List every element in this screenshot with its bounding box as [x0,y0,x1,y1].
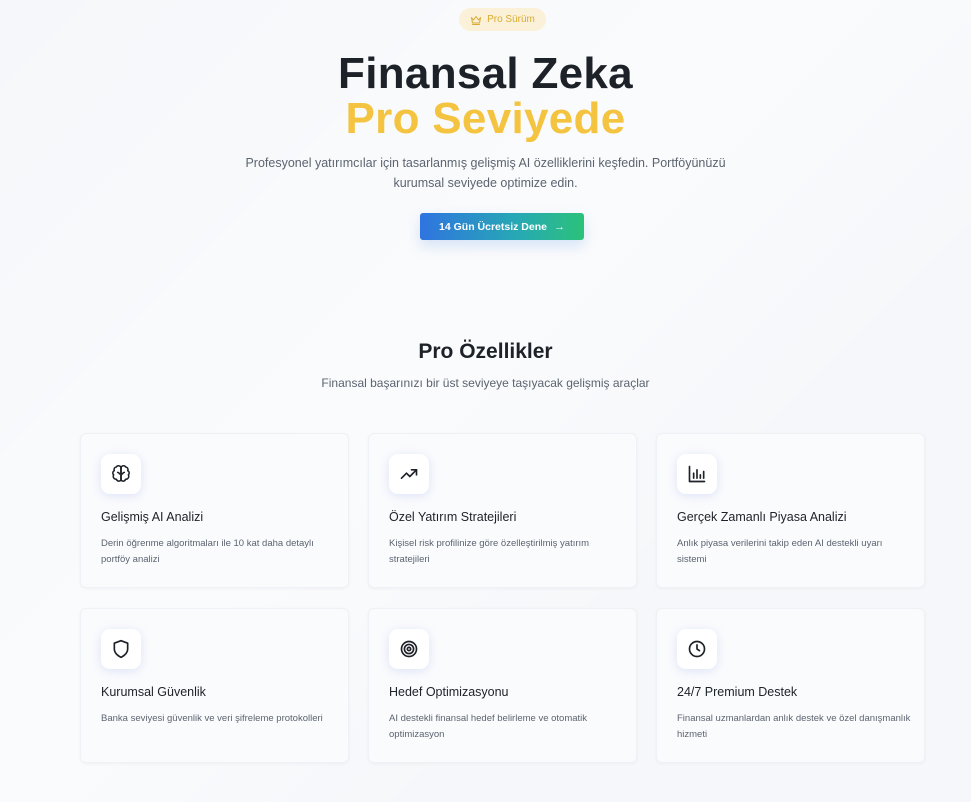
bar-chart-icon [688,465,706,483]
feature-title: Gelişmiş AI Analizi [101,510,204,524]
brain-icon [112,465,130,482]
shield-icon [113,639,129,659]
feature-title: 24/7 Premium Destek [677,685,798,699]
feature-description: Kişisel risk profilinize göre özelleştir… [389,538,590,565]
feature-title: Özel Yatırım Stratejileri [389,510,517,524]
feature-description: AI destekli finansal hedef belirleme ve … [389,713,588,740]
feature-description: Anlık piyasa verilerini takip eden AI de… [677,538,883,565]
feature-card-ai-analysis: Gelişmiş AI Analizi Derin öğrenme algori… [80,433,349,588]
feature-icon-box [389,454,429,494]
feature-description: Banka seviyesi güvenlik ve veri şifrelem… [101,713,323,724]
feature-description: Derin öğrenme algoritmaları ile 10 kat d… [101,538,314,565]
feature-icon-box [677,454,717,494]
feature-icon-box [101,629,141,669]
feature-card-security: Kurumsal Güvenlik Banka seviyesi güvenli… [80,608,349,763]
feature-card-market-analysis: Gerçek Zamanlı Piyasa Analizi Anlık piya… [656,433,925,588]
trending-up-icon [400,469,418,479]
feature-title: Kurumsal Güvenlik [101,685,206,699]
feature-icon-box [101,454,141,494]
hero-title-line2: Pro Seviyede [345,94,626,143]
arrow-right-icon: → [553,220,565,233]
features-title: Pro Özellikler [418,340,553,363]
feature-description: Finansal uzmanlardan anlık destek ve öze… [677,713,911,740]
target-icon [400,640,418,658]
feature-icon-box [677,629,717,669]
crown-icon [471,15,482,25]
features-subtitle: Finansal başarınızı bir üst seviyeye taş… [321,376,650,390]
hero-subtitle: Profesyonel yatırımcılar için tasarlanmı… [245,156,726,190]
feature-card-strategies: Özel Yatırım Stratejileri Kişisel risk p… [368,433,637,588]
feature-title: Hedef Optimizasyonu [389,685,509,699]
feature-card-goal-optimization: Hedef Optimizasyonu AI destekli finansal… [368,608,637,763]
pro-version-badge: Pro Sürüm [459,8,546,31]
clock-icon [688,640,706,658]
feature-title: Gerçek Zamanlı Piyasa Analizi [677,510,847,524]
badge-label: Pro Sürüm [487,14,535,25]
features-grid: Gelişmiş AI Analizi Derin öğrenme algori… [80,433,926,763]
feature-icon-box [389,629,429,669]
feature-card-premium-support: 24/7 Premium Destek Finansal uzmanlardan… [656,608,925,763]
free-trial-button[interactable]: 14 Gün Ücretsiz Dene → [420,213,584,240]
free-trial-button-label: 14 Gün Ücretsiz Dene [439,220,547,233]
